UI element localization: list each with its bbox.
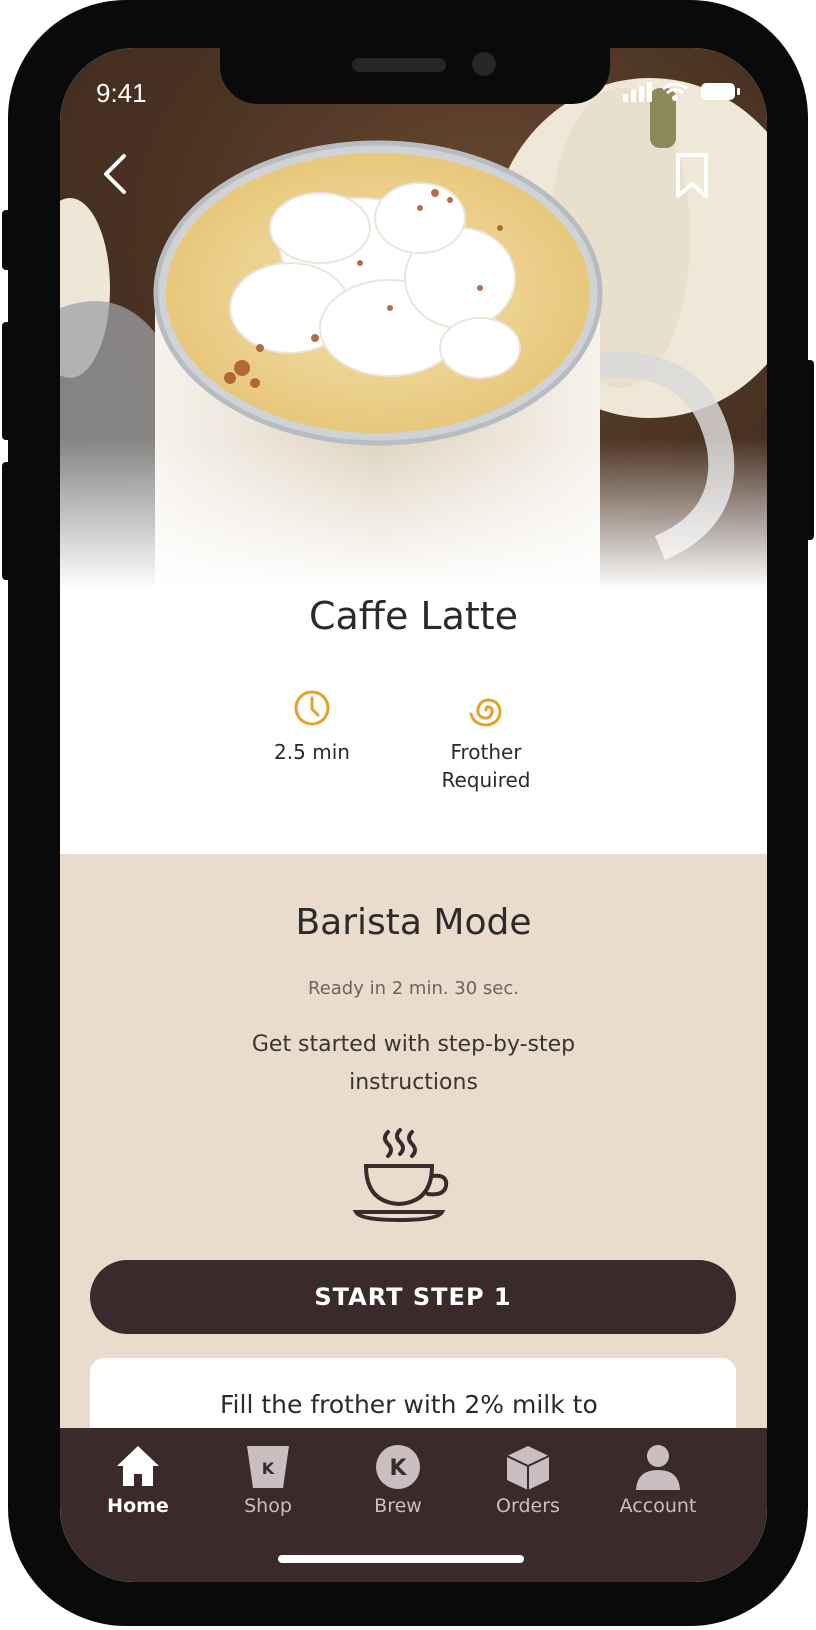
tab-shop[interactable]: K Shop xyxy=(203,1428,333,1538)
equipment-line2: Required xyxy=(441,768,531,792)
step-instruction-text: Fill the frother with 2% milk to xyxy=(220,1390,598,1419)
box-icon xyxy=(506,1446,550,1490)
coffee-cup-icon xyxy=(352,1128,452,1224)
equipment-line1: Frother xyxy=(450,740,522,764)
battery-icon xyxy=(701,83,735,100)
start-step-button[interactable]: START STEP 1 xyxy=(90,1260,736,1334)
prep-time: 2.5 min xyxy=(274,740,350,764)
phone-frame: 9:41 Caffe Latte 2.5 min Frother Require… xyxy=(2,0,814,1626)
signal-icon xyxy=(623,82,652,102)
brew-k-icon: K xyxy=(376,1445,420,1489)
power-button xyxy=(804,360,814,540)
mute-switch xyxy=(2,210,12,270)
recipe-title: Caffe Latte xyxy=(308,594,519,638)
hero-fade xyxy=(60,438,767,588)
status-indicators xyxy=(623,80,743,102)
bookmark-button[interactable] xyxy=(670,152,714,200)
home-icon xyxy=(117,1446,159,1486)
hero-image xyxy=(60,48,767,588)
home-indicator xyxy=(278,1555,524,1563)
equipment-required: Frother Required xyxy=(416,738,556,794)
tab-home-label: Home xyxy=(107,1495,169,1517)
wifi-icon xyxy=(662,82,688,95)
tab-brew-label: Brew xyxy=(374,1495,422,1517)
svg-text:K: K xyxy=(262,1459,275,1478)
tab-orders[interactable]: Orders xyxy=(463,1428,593,1538)
chevron-left-icon xyxy=(104,154,126,194)
status-time: 9:41 xyxy=(96,78,147,108)
description-line2: instructions xyxy=(349,1070,478,1095)
volume-up-button xyxy=(2,322,12,440)
tab-orders-label: Orders xyxy=(496,1495,560,1517)
person-icon xyxy=(636,1445,680,1490)
tab-account-label: Account xyxy=(619,1495,697,1517)
tab-home[interactable]: Home xyxy=(73,1428,203,1538)
back-button[interactable] xyxy=(96,152,140,196)
ready-time-text: Ready in 2 min. 30 sec. xyxy=(308,978,519,999)
notch xyxy=(220,48,610,104)
screen: 9:41 Caffe Latte 2.5 min Frother Require… xyxy=(60,48,767,1582)
cup-pod-icon: K xyxy=(247,1446,289,1488)
clock-icon xyxy=(292,688,332,728)
svg-text:K: K xyxy=(389,1456,407,1481)
tab-brew[interactable]: K Brew xyxy=(333,1428,463,1538)
barista-mode-title: Barista Mode xyxy=(295,902,532,943)
frother-swirl-icon xyxy=(465,688,507,730)
description-line1: Get started with step-by-step xyxy=(251,1032,576,1057)
volume-down-button xyxy=(2,462,12,580)
tab-account[interactable]: Account xyxy=(593,1428,723,1538)
tab-shop-label: Shop xyxy=(244,1495,292,1517)
barista-description: Get started with step-by-step instructio… xyxy=(60,1026,767,1102)
bookmark-icon xyxy=(676,153,708,198)
